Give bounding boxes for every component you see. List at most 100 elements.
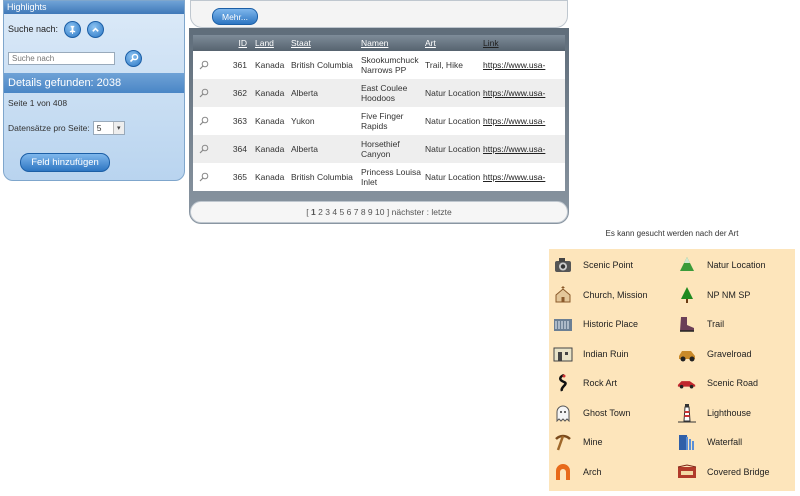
per-page-value: 5 (96, 123, 102, 133)
pager-next[interactable]: nächster (392, 207, 425, 217)
legend-item-church-mission: Church, Mission (553, 285, 648, 305)
pager-page-link[interactable]: 8 (361, 207, 366, 217)
legend-item-arch: Arch (553, 462, 602, 482)
table-row: 365 Kanada British Columbia Princess Lou… (193, 163, 565, 191)
view-details-button[interactable] (193, 116, 225, 126)
legend-item-scenic-point: Scenic Point (553, 255, 633, 275)
results-table: ID Land Staat Namen Art Link 361 Kanada … (193, 35, 565, 191)
legend-item-np-nm-sp: NP NM SP (677, 285, 750, 305)
column-header-id[interactable]: ID (239, 38, 248, 48)
chevron-down-icon: ▾ (112, 122, 124, 134)
pager-page-link[interactable]: 9 (368, 207, 373, 217)
search-by-label: Suche nach: (8, 24, 59, 34)
cell-id: 363 (232, 116, 247, 126)
column-header-staat[interactable]: Staat (291, 38, 311, 48)
search-button[interactable] (125, 49, 142, 67)
view-details-button[interactable] (193, 88, 225, 98)
pager-page-link[interactable]: 7 (354, 207, 359, 217)
view-details-button[interactable] (193, 144, 225, 154)
cell-land: Kanada (255, 116, 285, 126)
cell-namen: Five Finger Rapids (361, 111, 404, 131)
camera-icon (553, 255, 573, 275)
hiking-boot-icon (677, 314, 697, 334)
cell-namen: Princess Louisa Inlet (361, 167, 422, 187)
cell-art: Natur Location (425, 88, 481, 98)
building-icon (553, 314, 573, 334)
offroad-car-icon (677, 344, 697, 364)
legend-item-historic-place: Historic Place (553, 314, 638, 334)
pager-page-link[interactable]: 2 (318, 207, 323, 217)
cell-link[interactable]: https://www.usa- (483, 116, 563, 126)
cell-link[interactable]: https://www.usa- (483, 88, 563, 98)
cell-art: Natur Location (425, 116, 481, 126)
cell-link[interactable]: https://www.usa- (483, 172, 563, 182)
pager-last[interactable]: letzte (431, 207, 451, 217)
pager-page-link[interactable]: 5 (339, 207, 344, 217)
legend-item-waterfall: Waterfall (677, 432, 742, 452)
covered-bridge-icon (677, 462, 697, 482)
magnifier-icon (199, 172, 209, 182)
cell-id: 361 (232, 60, 247, 70)
pin-button[interactable] (64, 20, 82, 38)
type-legend: Scenic Point Natur Location Church, Miss… (549, 249, 795, 491)
search-by-row: Suche nach: (4, 16, 184, 42)
highlights-panel: Highlights Suche nach: Details gefunden:… (3, 0, 185, 181)
pager-separator: : (426, 207, 429, 217)
legend-item-covered-bridge: Covered Bridge (677, 462, 770, 482)
table-row: 361 Kanada British Columbia Skookumchuck… (193, 51, 565, 79)
cell-id: 365 (232, 172, 247, 182)
collapse-button[interactable] (87, 20, 105, 38)
column-header-land[interactable]: Land (255, 38, 274, 48)
per-page-row: Datensätze pro Seite: 5 ▾ (4, 117, 184, 139)
cell-link[interactable]: https://www.usa- (483, 144, 563, 154)
view-details-button[interactable] (193, 60, 225, 70)
cell-id: 364 (232, 144, 247, 154)
legend-item-ghost-town: Ghost Town (553, 403, 630, 423)
per-page-label: Datensätze pro Seite: (8, 123, 90, 133)
cell-link[interactable]: https://www.usa- (483, 60, 563, 70)
pager-page-link[interactable]: 6 (347, 207, 352, 217)
table-row: 363 Kanada Yukon Five Finger Rapids Natu… (193, 107, 565, 135)
add-field-button[interactable]: Feld hinzufügen (20, 153, 110, 172)
cell-art: Natur Location (425, 144, 481, 154)
legend-item-mine: Mine (553, 432, 603, 452)
magnifier-icon (199, 88, 209, 98)
pager-page-link[interactable]: 3 (325, 207, 330, 217)
cell-land: Kanada (255, 172, 285, 182)
legend-item-trail: Trail (677, 314, 724, 334)
column-header-art[interactable]: Art (425, 38, 436, 48)
magnifier-icon (199, 60, 209, 70)
legend-item-lighthouse: Lighthouse (677, 403, 751, 423)
pager-page-link[interactable]: 10 (375, 207, 384, 217)
cell-staat: Alberta (291, 144, 318, 154)
pin-icon (69, 25, 76, 34)
pager-current-page: 1 (311, 207, 316, 217)
pickaxe-icon (553, 432, 573, 452)
church-icon (553, 285, 573, 305)
more-button[interactable]: Mehr... (212, 8, 258, 25)
table-row: 362 Kanada Alberta East Coulee Hoodoos N… (193, 79, 565, 107)
search-input[interactable] (8, 51, 115, 65)
table-header: ID Land Staat Namen Art Link (193, 35, 565, 51)
toolbar: Mehr... (190, 0, 568, 28)
tree-icon (677, 285, 697, 305)
legend-item-natur-location: Natur Location (677, 255, 766, 275)
cell-land: Kanada (255, 88, 285, 98)
lighthouse-icon (677, 403, 697, 423)
legend-item-rock-art: Rock Art (553, 373, 617, 393)
cell-staat: Yukon (291, 116, 315, 126)
column-header-namen[interactable]: Namen (361, 38, 388, 48)
view-details-button[interactable] (193, 172, 225, 182)
cell-land: Kanada (255, 144, 285, 154)
pager-page-link[interactable]: 4 (332, 207, 337, 217)
column-header-link[interactable]: Link (483, 38, 499, 48)
search-icon (129, 53, 138, 63)
cell-id: 362 (232, 88, 247, 98)
cell-staat: British Columbia (291, 172, 353, 182)
per-page-select[interactable]: 5 ▾ (92, 121, 125, 135)
arch-icon (553, 462, 573, 482)
magnifier-icon (199, 144, 209, 154)
pagination: [ 1 2 3 4 5 6 7 8 9 10 ] nächster : letz… (190, 201, 568, 223)
car-icon (677, 373, 697, 393)
cell-art: Natur Location (425, 172, 481, 182)
